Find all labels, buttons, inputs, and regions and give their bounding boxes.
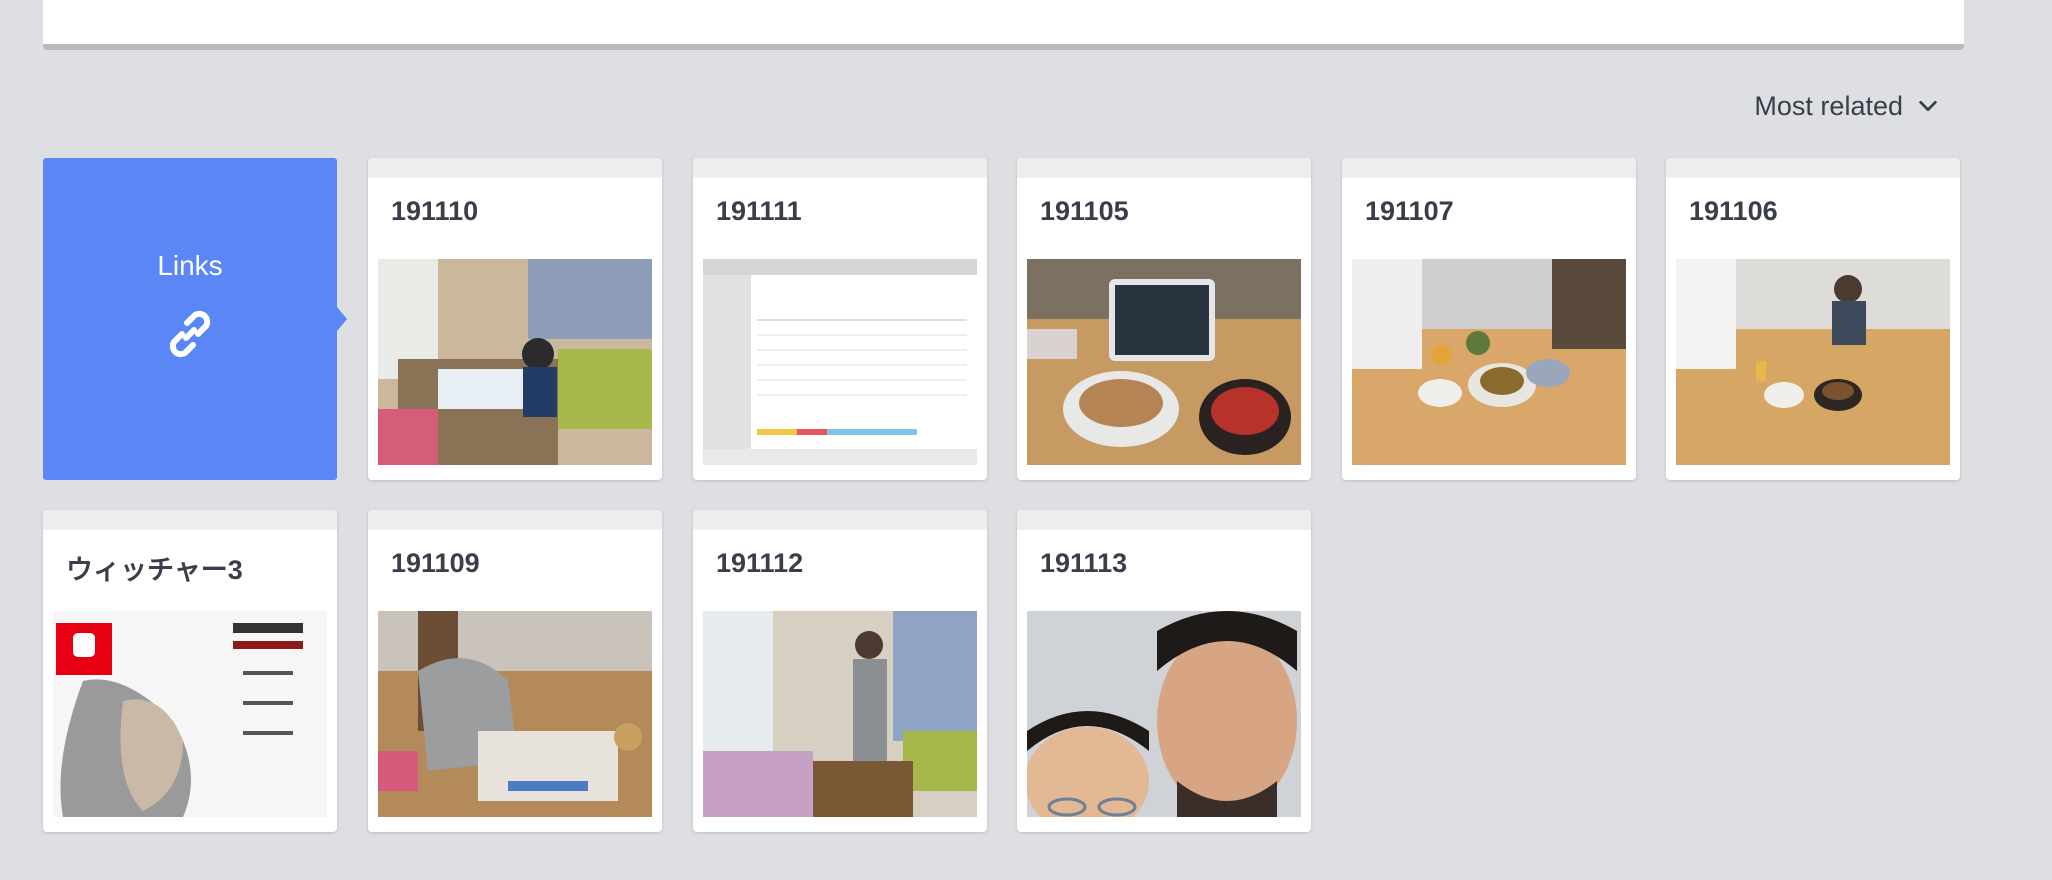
links-card[interactable]: Links xyxy=(43,158,347,480)
card-photo[interactable] xyxy=(1027,259,1301,465)
card-strip xyxy=(368,158,662,178)
sort-label: Most related xyxy=(1754,90,1903,121)
card-title: 191110 xyxy=(391,196,479,226)
card-strip xyxy=(693,510,987,530)
item-card-191109[interactable]: 191109 xyxy=(368,510,662,832)
top-panel xyxy=(43,0,1964,50)
link-icon xyxy=(160,304,220,369)
card-photo[interactable] xyxy=(1352,259,1626,465)
item-card-191113[interactable]: 191113 xyxy=(1017,510,1311,832)
card-photo[interactable] xyxy=(1027,611,1301,817)
chevron-down-icon xyxy=(1919,100,1937,112)
card-photo[interactable] xyxy=(378,611,652,817)
card-photo[interactable] xyxy=(53,611,327,817)
card-strip xyxy=(1342,158,1636,178)
card-photo[interactable] xyxy=(378,259,652,465)
item-card-191106[interactable]: 191106 xyxy=(1666,158,1960,480)
card-strip xyxy=(1017,158,1311,178)
selection-pointer xyxy=(337,307,347,331)
card-title: 191112 xyxy=(716,548,804,578)
item-card-191112[interactable]: 191112 xyxy=(693,510,987,832)
item-card-191107[interactable]: 191107 xyxy=(1342,158,1636,480)
card-title: 191107 xyxy=(1365,196,1454,226)
card-title: 191106 xyxy=(1689,196,1778,226)
card-title: ウィッチャー3 xyxy=(66,555,243,585)
links-label: Links xyxy=(157,250,223,281)
card-title: 191113 xyxy=(1040,548,1128,578)
item-card-191110[interactable]: 191110 xyxy=(368,158,662,480)
sort-dropdown[interactable]: Most related xyxy=(1754,88,1939,124)
card-title: 191111 xyxy=(716,196,802,226)
card-title: 191109 xyxy=(391,548,480,578)
item-card-witcher3[interactable]: ウィッチャー3 xyxy=(43,510,337,832)
card-photo[interactable] xyxy=(703,611,977,817)
card-strip xyxy=(1666,158,1960,178)
card-strip xyxy=(693,158,987,178)
card-photo[interactable] xyxy=(1676,259,1950,465)
item-card-191105[interactable]: 191105 xyxy=(1017,158,1311,480)
card-strip xyxy=(368,510,662,530)
card-title: 191105 xyxy=(1040,196,1129,226)
item-card-191111[interactable]: 191111 xyxy=(693,158,987,480)
card-strip xyxy=(43,510,337,530)
card-strip xyxy=(1017,510,1311,530)
card-photo[interactable] xyxy=(703,259,977,465)
